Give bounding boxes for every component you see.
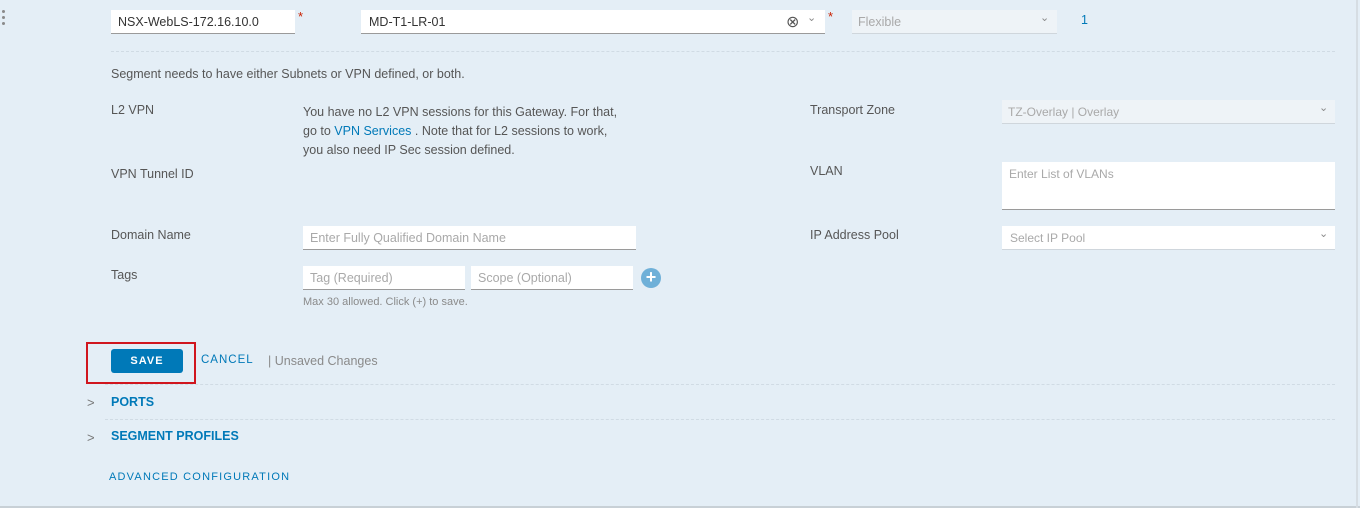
domain-name-label: Domain Name (111, 228, 191, 242)
segment-profiles-section-toggle[interactable]: SEGMENT PROFILES (111, 429, 239, 443)
vlan-label: VLAN (810, 164, 843, 178)
right-border (1356, 0, 1358, 508)
gateway-type-value: Flexible (858, 15, 902, 29)
tag-input[interactable] (303, 266, 465, 290)
segment-notice: Segment needs to have either Subnets or … (111, 67, 465, 81)
row-actions-menu-icon[interactable] (2, 10, 8, 28)
required-marker: * (298, 9, 304, 24)
chevron-down-icon[interactable]: ⌄ (1319, 227, 1328, 240)
vpn-tunnel-id-label: VPN Tunnel ID (111, 167, 194, 181)
cancel-button[interactable]: CANCEL (201, 354, 254, 366)
l2vpn-text-goto: go to (303, 124, 331, 138)
chevron-down-icon[interactable]: ⌄ (1319, 101, 1328, 114)
segment-name-input[interactable] (111, 10, 295, 34)
vpn-services-link[interactable]: VPN Services (334, 124, 411, 138)
tags-label: Tags (111, 268, 138, 282)
chevron-down-icon[interactable]: ⌄ (1040, 11, 1049, 24)
scope-input[interactable] (471, 266, 633, 290)
clear-icon[interactable]: ⊗ (786, 12, 799, 32)
chevron-right-icon[interactable]: > (87, 395, 95, 410)
save-button[interactable]: SAVE (111, 349, 183, 373)
chevron-down-icon[interactable]: ⌄ (807, 11, 816, 24)
ip-pool-label: IP Address Pool (810, 228, 899, 242)
l2vpn-text-after: . Note that for L2 sessions to work, (414, 124, 608, 138)
transport-zone-value: TZ-Overlay | Overlay (1008, 105, 1120, 119)
l2vpn-label: L2 VPN (111, 103, 155, 117)
ports-section-toggle[interactable]: PORTS (111, 395, 154, 409)
l2vpn-info-text: You have no L2 VPN sessions for this Gat… (303, 103, 643, 160)
divider (105, 384, 1335, 385)
l2vpn-text-line3: you also need IP Sec session defined. (303, 143, 515, 157)
gateway-type-select[interactable]: Flexible ⌄ (852, 10, 1057, 34)
tags-hint: Max 30 allowed. Click (+) to save. (303, 296, 468, 308)
transport-zone-label: Transport Zone (810, 103, 895, 117)
ip-pool-select[interactable]: Select IP Pool ⌄ (1002, 226, 1335, 250)
subnets-count-link[interactable]: 1 (1081, 13, 1088, 27)
divider (105, 419, 1335, 420)
add-tag-button[interactable]: + (641, 268, 661, 288)
connected-gateway-select[interactable]: MD-T1-LR-01 ⊗ ⌄ (361, 10, 825, 34)
l2vpn-text-line1: You have no L2 VPN sessions for this Gat… (303, 105, 618, 119)
unsaved-changes-status: | Unsaved Changes (268, 354, 378, 368)
chevron-right-icon[interactable]: > (87, 430, 95, 445)
ip-pool-placeholder: Select IP Pool (1010, 231, 1086, 245)
connected-gateway-value: MD-T1-LR-01 (369, 15, 446, 29)
required-marker: * (828, 9, 834, 24)
advanced-configuration-link[interactable]: ADVANCED CONFIGURATION (109, 471, 290, 483)
transport-zone-select[interactable]: TZ-Overlay | Overlay ⌄ (1002, 100, 1335, 124)
domain-name-input[interactable] (303, 226, 636, 250)
vlan-textarea[interactable] (1002, 162, 1335, 210)
divider (111, 51, 1335, 52)
